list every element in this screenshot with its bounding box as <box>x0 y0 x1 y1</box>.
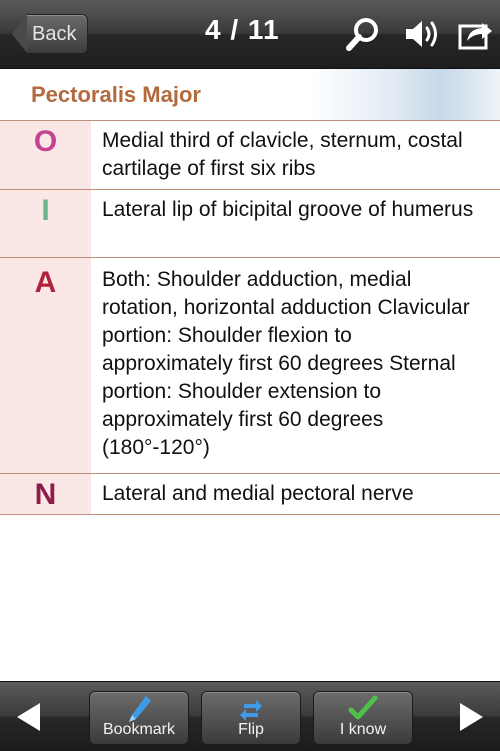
bookmark-button[interactable]: Bookmark <box>89 691 189 745</box>
nerve-text: Lateral and medial pectoral nerve <box>102 482 414 505</box>
share-icon[interactable] <box>456 14 496 54</box>
insertion-text: Lateral lip of bicipital groove of humer… <box>102 198 474 221</box>
top-navigation-bar: Back 4 / 11 <box>0 0 500 69</box>
flip-icon <box>240 700 262 721</box>
next-arrow-icon[interactable] <box>456 701 486 733</box>
card-title: Pectoralis Major <box>31 82 201 107</box>
card-counter: 4 / 11 <box>205 14 280 45</box>
bookmark-icon <box>129 696 151 722</box>
prev-arrow-icon[interactable] <box>14 701 44 733</box>
speaker-icon[interactable] <box>402 14 442 54</box>
back-arrow-shape <box>12 14 28 54</box>
bottom-toolbar: Bookmark Flip I know <box>0 681 500 751</box>
flip-button[interactable]: Flip <box>201 691 301 745</box>
i-know-button[interactable]: I know <box>313 691 413 745</box>
checkmark-icon <box>348 695 378 720</box>
nerve-row: N Lateral and medial pectoral nerve <box>0 474 500 515</box>
bookmark-label: Bookmark <box>102 721 176 738</box>
insertion-row: I Lateral lip of bicipital groove of hum… <box>0 190 500 258</box>
action-row: A Both: Shoulder adduction, medial rotat… <box>0 258 500 474</box>
origin-letter: O <box>33 125 58 158</box>
action-letter: A <box>34 266 57 299</box>
back-button[interactable]: Back <box>12 14 88 54</box>
search-icon[interactable] <box>343 14 383 54</box>
back-button-label: Back <box>32 23 77 45</box>
action-text: Both: Shoulder adduction, medial rotatio… <box>102 268 470 459</box>
origin-row: O Medial third of clavicle, sternum, cos… <box>0 121 500 190</box>
insertion-letter: I <box>41 194 50 227</box>
origin-text: Medial third of clavicle, sternum, costa… <box>102 129 463 180</box>
nerve-letter: N <box>34 478 57 511</box>
card-title-bar: Pectoralis Major <box>0 69 500 121</box>
i-know-label: I know <box>339 721 387 738</box>
flip-label: Flip <box>238 721 264 738</box>
